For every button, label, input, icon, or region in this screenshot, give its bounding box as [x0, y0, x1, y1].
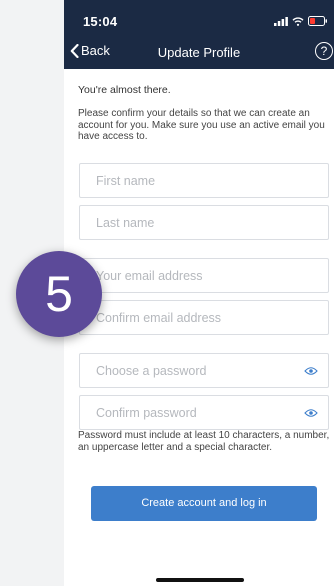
status-icons — [274, 16, 328, 26]
home-indicator — [156, 578, 244, 582]
battery-icon — [308, 16, 327, 26]
confirm-password-placeholder: Confirm password — [96, 406, 197, 420]
confirm-email-placeholder: Confirm email address — [96, 311, 222, 325]
email-input[interactable]: Your email address — [79, 258, 329, 293]
phone-screen: 15:04 Back Update Profile ? You're almos… — [64, 0, 334, 586]
help-button[interactable]: ? — [315, 42, 333, 60]
create-account-button[interactable]: Create account and log in — [91, 486, 317, 521]
last-name-placeholder: Last name — [96, 216, 155, 230]
password-placeholder: Choose a password — [96, 364, 207, 378]
wifi-icon — [292, 16, 304, 26]
password-input[interactable]: Choose a password — [79, 353, 329, 388]
intro-lead: You're almost there. — [78, 84, 171, 96]
status-time: 15:04 — [83, 14, 118, 29]
page-title: Update Profile — [157, 45, 241, 60]
eye-icon[interactable] — [304, 408, 318, 418]
confirm-password-input[interactable]: Confirm password — [79, 395, 329, 430]
step-badge: 5 — [16, 251, 102, 337]
confirm-email-input[interactable]: Confirm email address — [79, 300, 329, 335]
last-name-input[interactable]: Last name — [79, 205, 329, 240]
eye-icon[interactable] — [304, 366, 318, 376]
nav-bar: 15:04 Back Update Profile ? — [64, 0, 334, 69]
email-placeholder: Your email address — [96, 269, 203, 283]
intro-section: You're almost there. Please confirm your… — [78, 84, 334, 143]
first-name-input[interactable]: First name — [79, 163, 329, 198]
signal-icon — [274, 16, 288, 26]
first-name-placeholder: First name — [96, 174, 156, 188]
password-hint: Password must include at least 10 charac… — [78, 430, 330, 453]
intro-description: Please confirm your details so that we c… — [78, 108, 325, 142]
